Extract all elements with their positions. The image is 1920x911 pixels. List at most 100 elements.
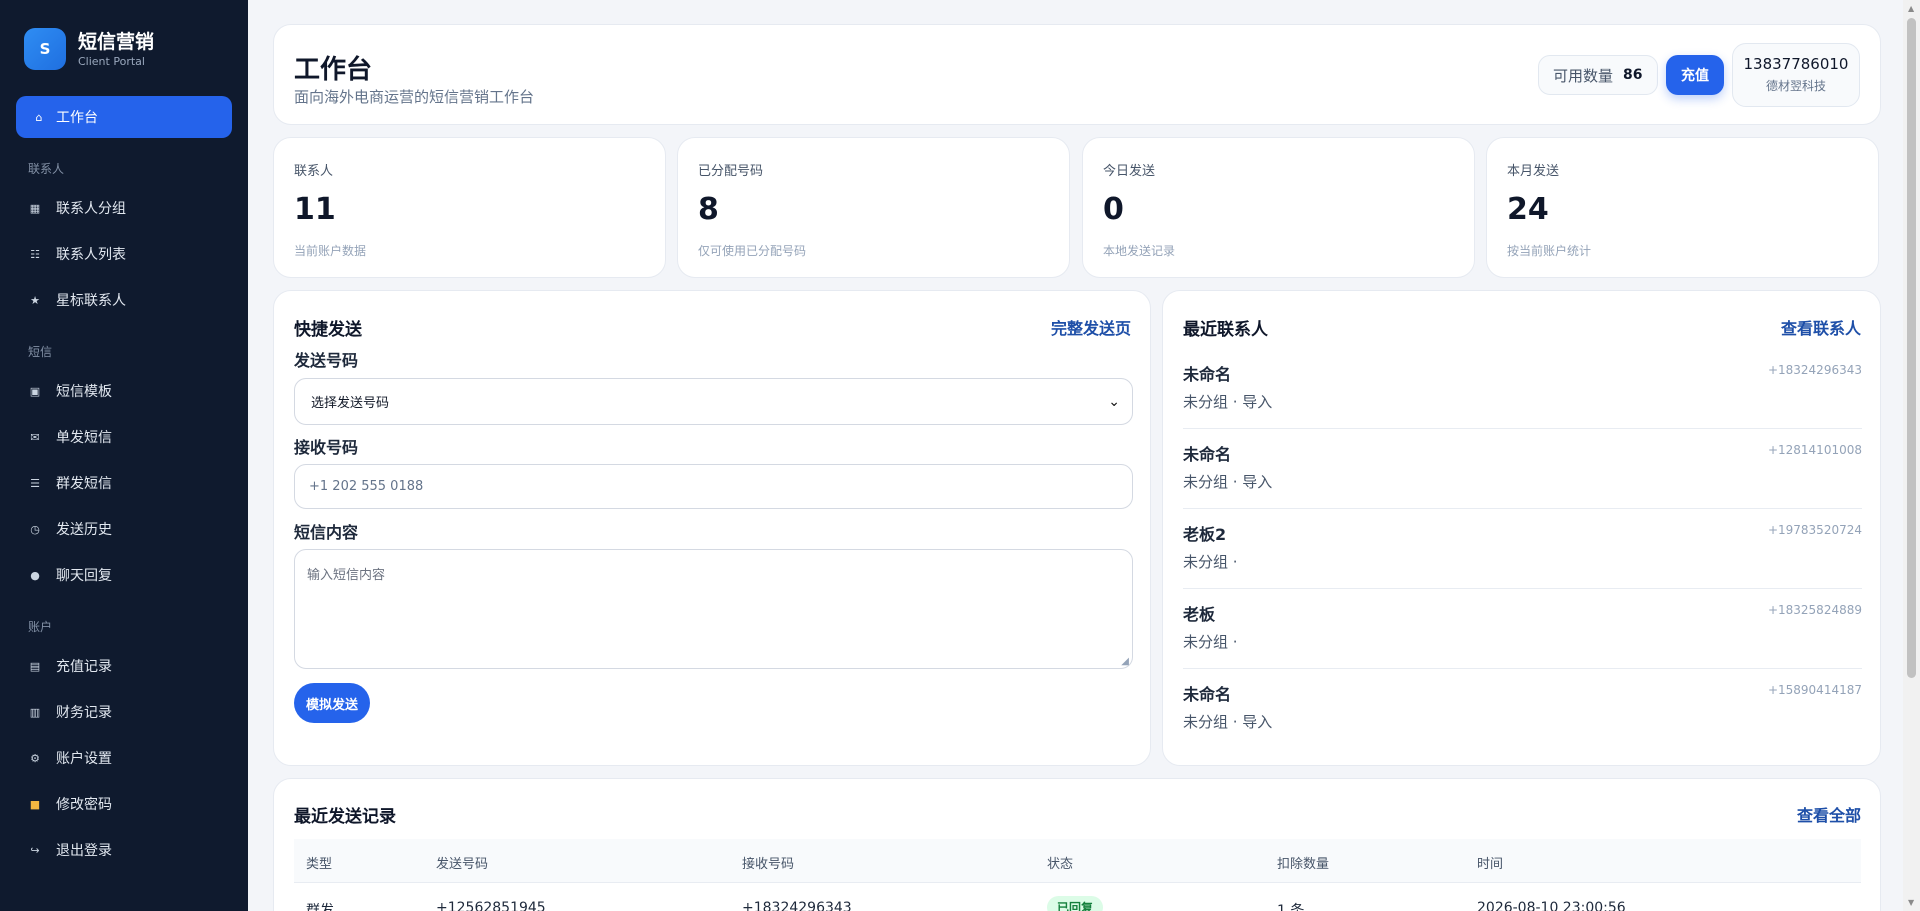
lock-icon: ■ xyxy=(29,797,41,811)
sidebar-item-sms-templates[interactable]: ▣ 短信模板 xyxy=(28,381,112,401)
cell-type: 群发 xyxy=(306,903,334,911)
column-header-receiver: 接收号码 xyxy=(742,857,795,872)
recharge-button[interactable]: 充值 xyxy=(1666,55,1724,95)
receiver-placeholder: +1 202 555 0188 xyxy=(309,479,424,494)
sidebar-item-label: 聊天回复 xyxy=(56,568,112,584)
contact-item[interactable]: 老板 未分组 · +18325824889 xyxy=(1183,589,1862,669)
stat-value: 11 xyxy=(294,192,336,227)
contact-name: 老板 xyxy=(1183,605,1216,624)
contact-name: 老板2 xyxy=(1183,525,1227,544)
dot-icon: ● xyxy=(30,568,40,582)
view-contacts-link[interactable]: 查看联系人 xyxy=(1781,315,1861,339)
sidebar-item-label: 联系人分组 xyxy=(56,201,126,217)
stat-card-contacts: 联系人 11 当前账户数据 xyxy=(273,137,666,278)
sidebar-section-sms: 短信 xyxy=(28,345,53,359)
stat-note: 按当前账户统计 xyxy=(1507,244,1592,258)
contact-meta: 未分组 · 导入 xyxy=(1183,393,1273,411)
user-menu[interactable]: 13837786010 德材翌科技 xyxy=(1732,43,1860,107)
page-scrollbar[interactable]: ▲ ▼ xyxy=(1903,0,1920,911)
contact-phone: +18324296343 xyxy=(1767,363,1862,377)
sidebar-item-bulk-sms[interactable]: ☰ 群发短信 xyxy=(28,473,112,493)
chevron-down-icon: ⌄ xyxy=(1108,393,1120,410)
sidebar-item-change-password[interactable]: ■ 修改密码 xyxy=(28,794,112,814)
sidebar-item-starred-contacts[interactable]: ★ 星标联系人 xyxy=(28,290,126,310)
sidebar-item-chat-replies[interactable]: ● 聊天回复 xyxy=(28,565,112,585)
contact-meta: 未分组 · 导入 xyxy=(1183,713,1273,731)
stat-label: 已分配号码 xyxy=(698,164,764,179)
sidebar-item-label: 充值记录 xyxy=(56,659,112,675)
sidebar-section-contacts: 联系人 xyxy=(28,162,65,176)
stat-card-month-sent: 本月发送 24 按当前账户统计 xyxy=(1486,137,1879,278)
stat-card-assigned-numbers: 已分配号码 8 仅可使用已分配号码 xyxy=(677,137,1070,278)
sender-select-value: 选择发送号码 xyxy=(311,396,390,411)
sidebar-item-label: 财务记录 xyxy=(56,705,112,721)
scrollbar-thumb[interactable] xyxy=(1907,18,1916,678)
sidebar-item-account-settings[interactable]: ⚙ 账户设置 xyxy=(28,748,112,768)
sidebar-item-recharge-records[interactable]: ▤ 充值记录 xyxy=(28,656,112,676)
logout-icon: ↪ xyxy=(30,843,40,857)
stat-label: 本月发送 xyxy=(1507,164,1560,179)
recent-sends-title: 最近发送记录 xyxy=(294,807,396,827)
sidebar-item-send-history[interactable]: ◷ 发送历史 xyxy=(28,519,112,539)
sender-select[interactable]: 选择发送号码 ⌄ xyxy=(294,378,1133,425)
list-icon: ☷ xyxy=(30,247,40,261)
page-header: 工作台 面向海外电商运营的短信营销工作台 可用数量 86 充值 13837786… xyxy=(273,24,1881,125)
brand[interactable]: S 短信营销 Client Portal xyxy=(24,28,154,70)
mail-icon: ✉ xyxy=(30,430,40,444)
contact-item[interactable]: 老板2 未分组 · +19783520724 xyxy=(1183,509,1862,589)
template-icon: ▣ xyxy=(29,384,41,398)
receiver-label: 接收号码 xyxy=(294,438,359,457)
scroll-down-icon[interactable]: ▼ xyxy=(1908,898,1914,907)
card-icon: ▤ xyxy=(29,659,41,673)
recent-contacts-panel: 最近联系人 查看联系人 未命名 未分组 · 导入 +18324296343 未命… xyxy=(1162,290,1881,766)
stat-note: 本地发送记录 xyxy=(1103,244,1176,258)
contact-meta: 未分组 · xyxy=(1183,553,1238,571)
sidebar-item-label: 修改密码 xyxy=(56,797,112,813)
cell-time: 2026-08-10 23:00:56 xyxy=(1477,900,1626,911)
recent-contacts-title: 最近联系人 xyxy=(1183,320,1268,340)
sidebar-item-label: 账户设置 xyxy=(56,751,112,767)
status-badge: 已回复 xyxy=(1047,896,1104,911)
contact-item[interactable]: 未命名 未分组 · 导入 +15890414187 xyxy=(1183,669,1862,749)
contact-phone: +18325824889 xyxy=(1767,603,1862,617)
page-subtitle: 面向海外电商运营的短信营销工作台 xyxy=(294,88,535,106)
contact-phone: +19783520724 xyxy=(1767,523,1862,537)
contact-item[interactable]: 未命名 未分组 · 导入 +12814101008 xyxy=(1183,429,1862,509)
full-send-page-link[interactable]: 完整发送页 xyxy=(1051,315,1131,339)
contact-meta: 未分组 · 导入 xyxy=(1183,473,1273,491)
stat-note: 当前账户数据 xyxy=(294,244,367,258)
content-placeholder: 输入短信内容 xyxy=(307,568,386,583)
sidebar-item-label: 短信模板 xyxy=(56,384,112,400)
content-textarea[interactable]: 输入短信内容 ◢ xyxy=(294,549,1133,669)
cell-sender: +12562851945 xyxy=(436,900,546,911)
contact-phone: +12814101008 xyxy=(1767,443,1862,457)
sidebar-item-single-sms[interactable]: ✉ 单发短信 xyxy=(28,427,112,447)
column-header-status: 状态 xyxy=(1047,857,1074,872)
finance-icon: ▥ xyxy=(29,705,41,719)
brand-subtitle: Client Portal xyxy=(78,54,145,68)
sidebar-item-label: 退出登录 xyxy=(56,843,112,859)
sidebar-item-label: 群发短信 xyxy=(56,476,112,492)
stat-card-today-sent: 今日发送 0 本地发送记录 xyxy=(1082,137,1475,278)
quick-send-panel: 快捷发送 完整发送页 发送号码 选择发送号码 ⌄ 接收号码 +1 202 555… xyxy=(273,290,1151,766)
column-header-deducted: 扣除数量 xyxy=(1277,857,1330,872)
receiver-input[interactable]: +1 202 555 0188 xyxy=(294,464,1133,509)
sidebar-item-contact-groups[interactable]: ▦ 联系人分组 xyxy=(28,198,126,218)
sidebar-item-finance-records[interactable]: ▥ 财务记录 xyxy=(28,702,112,722)
resize-handle-icon[interactable]: ◢ xyxy=(1121,656,1129,667)
view-all-link[interactable]: 查看全部 xyxy=(1797,802,1861,826)
sidebar-item-workbench[interactable]: ⌂ 工作台 xyxy=(16,96,232,138)
sidebar-item-contact-list[interactable]: ☷ 联系人列表 xyxy=(28,244,126,264)
stat-value: 24 xyxy=(1507,192,1549,227)
content-label: 短信内容 xyxy=(294,523,359,542)
sidebar-item-logout[interactable]: ↪ 退出登录 xyxy=(28,840,112,860)
contact-item[interactable]: 未命名 未分组 · 导入 +18324296343 xyxy=(1183,349,1862,429)
history-icon: ◷ xyxy=(30,522,40,536)
table-header: 类型 发送号码 接收号码 状态 扣除数量 时间 xyxy=(294,839,1861,883)
quota-badge: 可用数量 86 xyxy=(1538,55,1658,95)
stat-value: 0 xyxy=(1103,192,1124,227)
sidebar-item-label: 联系人列表 xyxy=(56,247,126,263)
menu-icon: ☰ xyxy=(30,476,40,490)
scroll-up-icon[interactable]: ▲ xyxy=(1908,4,1914,13)
simulate-send-button[interactable]: 模拟发送 xyxy=(294,683,370,723)
